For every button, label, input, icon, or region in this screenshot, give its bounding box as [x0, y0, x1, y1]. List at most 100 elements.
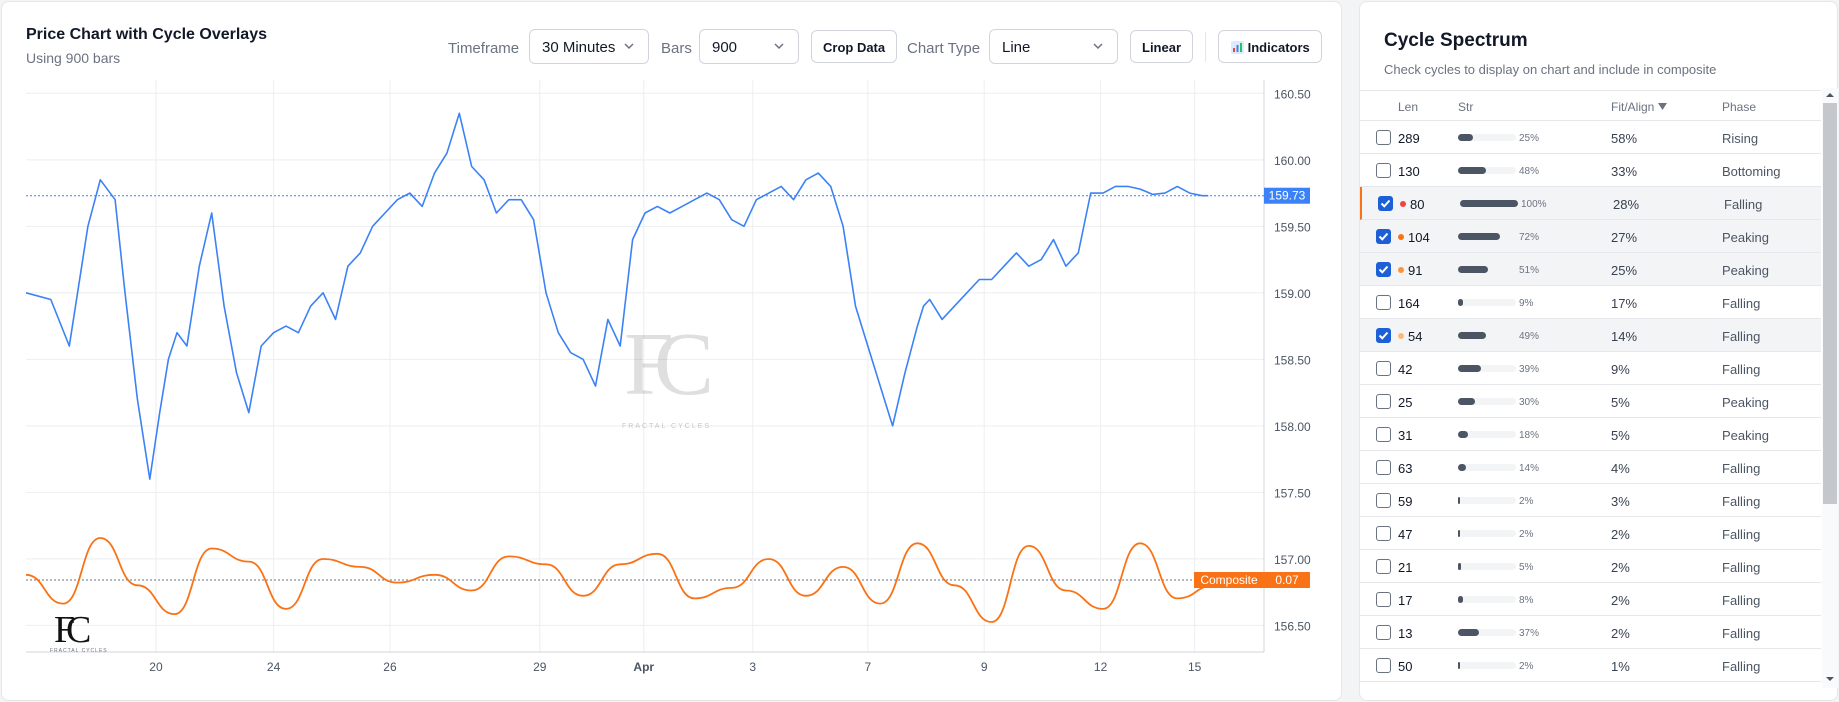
phase-value: Peaking: [1722, 395, 1769, 410]
scroll-up-icon[interactable]: [1825, 90, 1835, 100]
table-row[interactable]: 17 8% 2% Falling: [1360, 583, 1821, 616]
checkmark-icon: [1380, 199, 1391, 208]
cycle-checkbox[interactable]: [1376, 625, 1391, 640]
cycle-checkbox[interactable]: [1376, 163, 1391, 178]
strength-bar-track: [1458, 398, 1516, 405]
cycle-checkbox[interactable]: [1376, 526, 1391, 541]
x-tick-label: 7: [864, 660, 871, 674]
cycle-checkbox[interactable]: [1376, 361, 1391, 376]
table-row[interactable]: 164 9% 17% Falling: [1360, 286, 1821, 319]
fit-align-value: 2%: [1611, 527, 1630, 542]
strength-percent: 25%: [1519, 133, 1540, 144]
x-tick-label: 20: [149, 660, 163, 674]
last-price-label: 159.73: [1269, 189, 1306, 203]
cycle-checkbox[interactable]: [1376, 130, 1391, 145]
cycle-checkbox[interactable]: [1376, 328, 1391, 343]
fit-align-value: 14%: [1611, 329, 1638, 344]
price-series-line[interactable]: [25, 112, 1209, 480]
fit-align-value: 58%: [1611, 131, 1638, 146]
cycle-checkbox[interactable]: [1376, 427, 1391, 442]
cycle-length: 42: [1398, 362, 1413, 377]
table-row[interactable]: 54 49% 14% Falling: [1360, 319, 1821, 352]
cycle-length: 25: [1398, 395, 1413, 410]
x-tick-label: 24: [267, 660, 281, 674]
strength-percent: 49%: [1519, 331, 1540, 342]
y-tick-label: 159.50: [1274, 220, 1311, 234]
cycle-length: 47: [1398, 527, 1413, 542]
cycle-checkbox[interactable]: [1376, 262, 1391, 277]
cycle-spectrum-card: Cycle Spectrum Check cycles to display o…: [1359, 1, 1838, 701]
cycle-checkbox[interactable]: [1378, 196, 1393, 211]
x-tick-label: 9: [981, 660, 988, 674]
cycle-length: 50: [1398, 659, 1413, 674]
table-row[interactable]: 91 51% 25% Peaking: [1360, 253, 1821, 286]
phase-value: Peaking: [1722, 230, 1769, 245]
fit-align-value: 17%: [1611, 296, 1638, 311]
cycle-color-dot: [1398, 267, 1404, 273]
strength-bar-fill: [1460, 200, 1518, 207]
strength-bar-fill: [1458, 662, 1460, 669]
fit-align-value: 2%: [1611, 626, 1630, 641]
table-row[interactable]: 80 100% 28% Falling: [1360, 187, 1821, 220]
phase-value: Falling: [1722, 494, 1761, 509]
table-row[interactable]: 42 39% 9% Falling: [1360, 352, 1821, 385]
cycle-checkbox[interactable]: [1376, 460, 1391, 475]
table-row[interactable]: 63 14% 4% Falling: [1360, 451, 1821, 484]
cycle-checkbox[interactable]: [1376, 493, 1391, 508]
watermark-text: FRACTAL CYCLES: [622, 423, 712, 430]
header-len[interactable]: Len: [1398, 100, 1418, 114]
cycle-length: 63: [1398, 461, 1413, 476]
cycle-length: 130: [1398, 164, 1420, 179]
table-row[interactable]: 31 18% 5% Peaking: [1360, 418, 1821, 451]
strength-bar-fill: [1458, 398, 1476, 405]
cycle-checkbox[interactable]: [1376, 295, 1391, 310]
phase-value: Rising: [1722, 131, 1759, 146]
strength-bar-track: [1458, 464, 1516, 471]
fit-align-value: 3%: [1611, 494, 1630, 509]
header-phase[interactable]: Phase: [1722, 100, 1756, 114]
table-row[interactable]: 289 25% 58% Rising: [1360, 121, 1821, 154]
strength-bar-track: [1458, 134, 1516, 141]
spectrum-scroll-thumb[interactable]: [1823, 103, 1837, 504]
table-row[interactable]: 50 2% 1% Falling: [1360, 649, 1821, 682]
cycle-checkbox[interactable]: [1376, 229, 1391, 244]
table-row[interactable]: 21 5% 2% Falling: [1360, 550, 1821, 583]
cycle-checkbox[interactable]: [1376, 592, 1391, 607]
table-row[interactable]: 47 2% 2% Falling: [1360, 517, 1821, 550]
scroll-down-icon[interactable]: [1825, 674, 1835, 684]
phase-value: Falling: [1724, 197, 1763, 212]
y-tick-label: 158.50: [1274, 353, 1311, 367]
cycle-color-dot: [1398, 333, 1404, 339]
strength-bar-track: [1458, 299, 1516, 306]
strength-bar-fill: [1458, 431, 1469, 438]
table-row[interactable]: 59 2% 3% Falling: [1360, 484, 1821, 517]
table-row[interactable]: 13 37% 2% Falling: [1360, 616, 1821, 649]
fit-align-value: 25%: [1611, 263, 1638, 278]
table-row[interactable]: 130 48% 33% Bottoming: [1360, 154, 1821, 187]
y-tick-label: 157.50: [1274, 486, 1311, 500]
phase-value: Falling: [1722, 461, 1761, 476]
strength-percent: 2%: [1519, 661, 1534, 672]
cycle-length: 31: [1398, 428, 1413, 443]
y-tick-label: 160.50: [1274, 87, 1311, 101]
svg-text:C: C: [654, 315, 714, 410]
cycle-checkbox[interactable]: [1376, 559, 1391, 574]
header-str[interactable]: Str: [1458, 100, 1473, 114]
y-tick-label: 160.00: [1274, 154, 1311, 168]
composite-value-label: 0.07: [1275, 573, 1299, 587]
spectrum-table-header: Len Str Fit/Align Phase: [1360, 90, 1821, 121]
table-row[interactable]: 104 72% 27% Peaking: [1360, 220, 1821, 253]
cycle-checkbox[interactable]: [1376, 394, 1391, 409]
strength-percent: 39%: [1519, 364, 1540, 375]
strength-percent: 100%: [1521, 199, 1547, 210]
y-tick-label: 156.50: [1274, 619, 1311, 633]
table-row[interactable]: 25 30% 5% Peaking: [1360, 385, 1821, 418]
phase-value: Falling: [1722, 527, 1761, 542]
cycle-checkbox[interactable]: [1376, 658, 1391, 673]
strength-bar-track: [1458, 266, 1516, 273]
header-fit[interactable]: Fit/Align: [1611, 100, 1667, 114]
fit-align-value: 1%: [1611, 659, 1630, 674]
strength-percent: 2%: [1519, 496, 1534, 507]
strength-bar-fill: [1458, 596, 1463, 603]
y-tick-label: 159.00: [1274, 287, 1311, 301]
